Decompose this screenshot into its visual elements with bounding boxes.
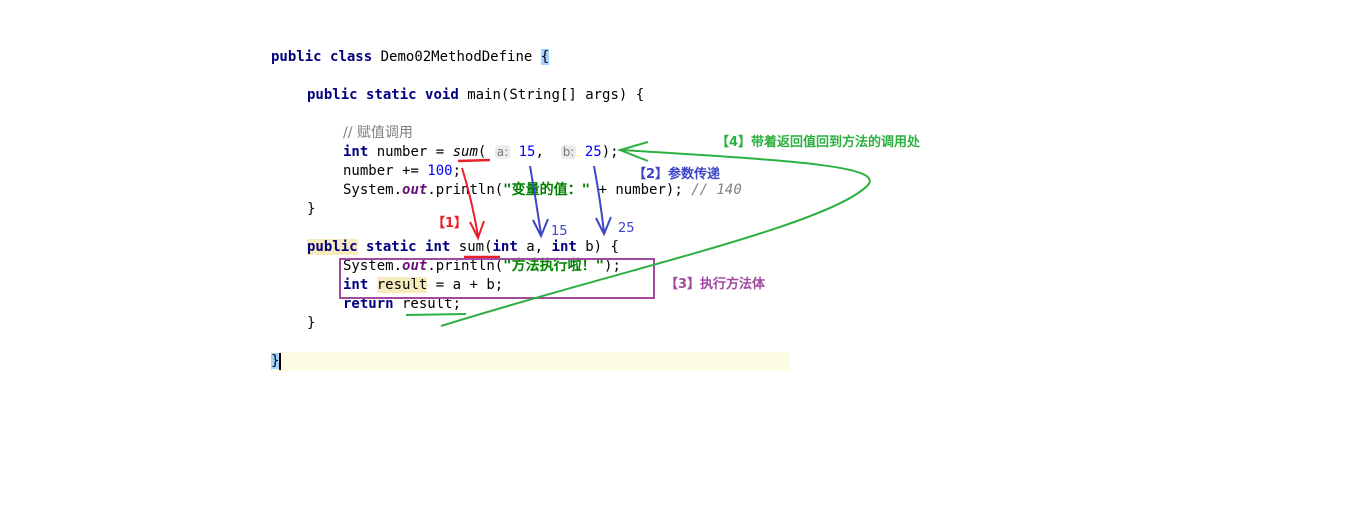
- red-underline-call: [457, 158, 491, 163]
- label-step1: 【1】: [432, 216, 468, 231]
- label-arg-b: 25: [618, 221, 635, 236]
- label-step3: 【3】执行方法体: [665, 277, 766, 292]
- green-underline-return: [405, 313, 467, 316]
- label-step4: 【4】带着返回值回到方法的调用处: [716, 135, 921, 150]
- label-step2: 【2】参数传递: [633, 167, 721, 182]
- annotation-overlay: [339, 141, 871, 327]
- label-arg-a: 15: [551, 224, 568, 239]
